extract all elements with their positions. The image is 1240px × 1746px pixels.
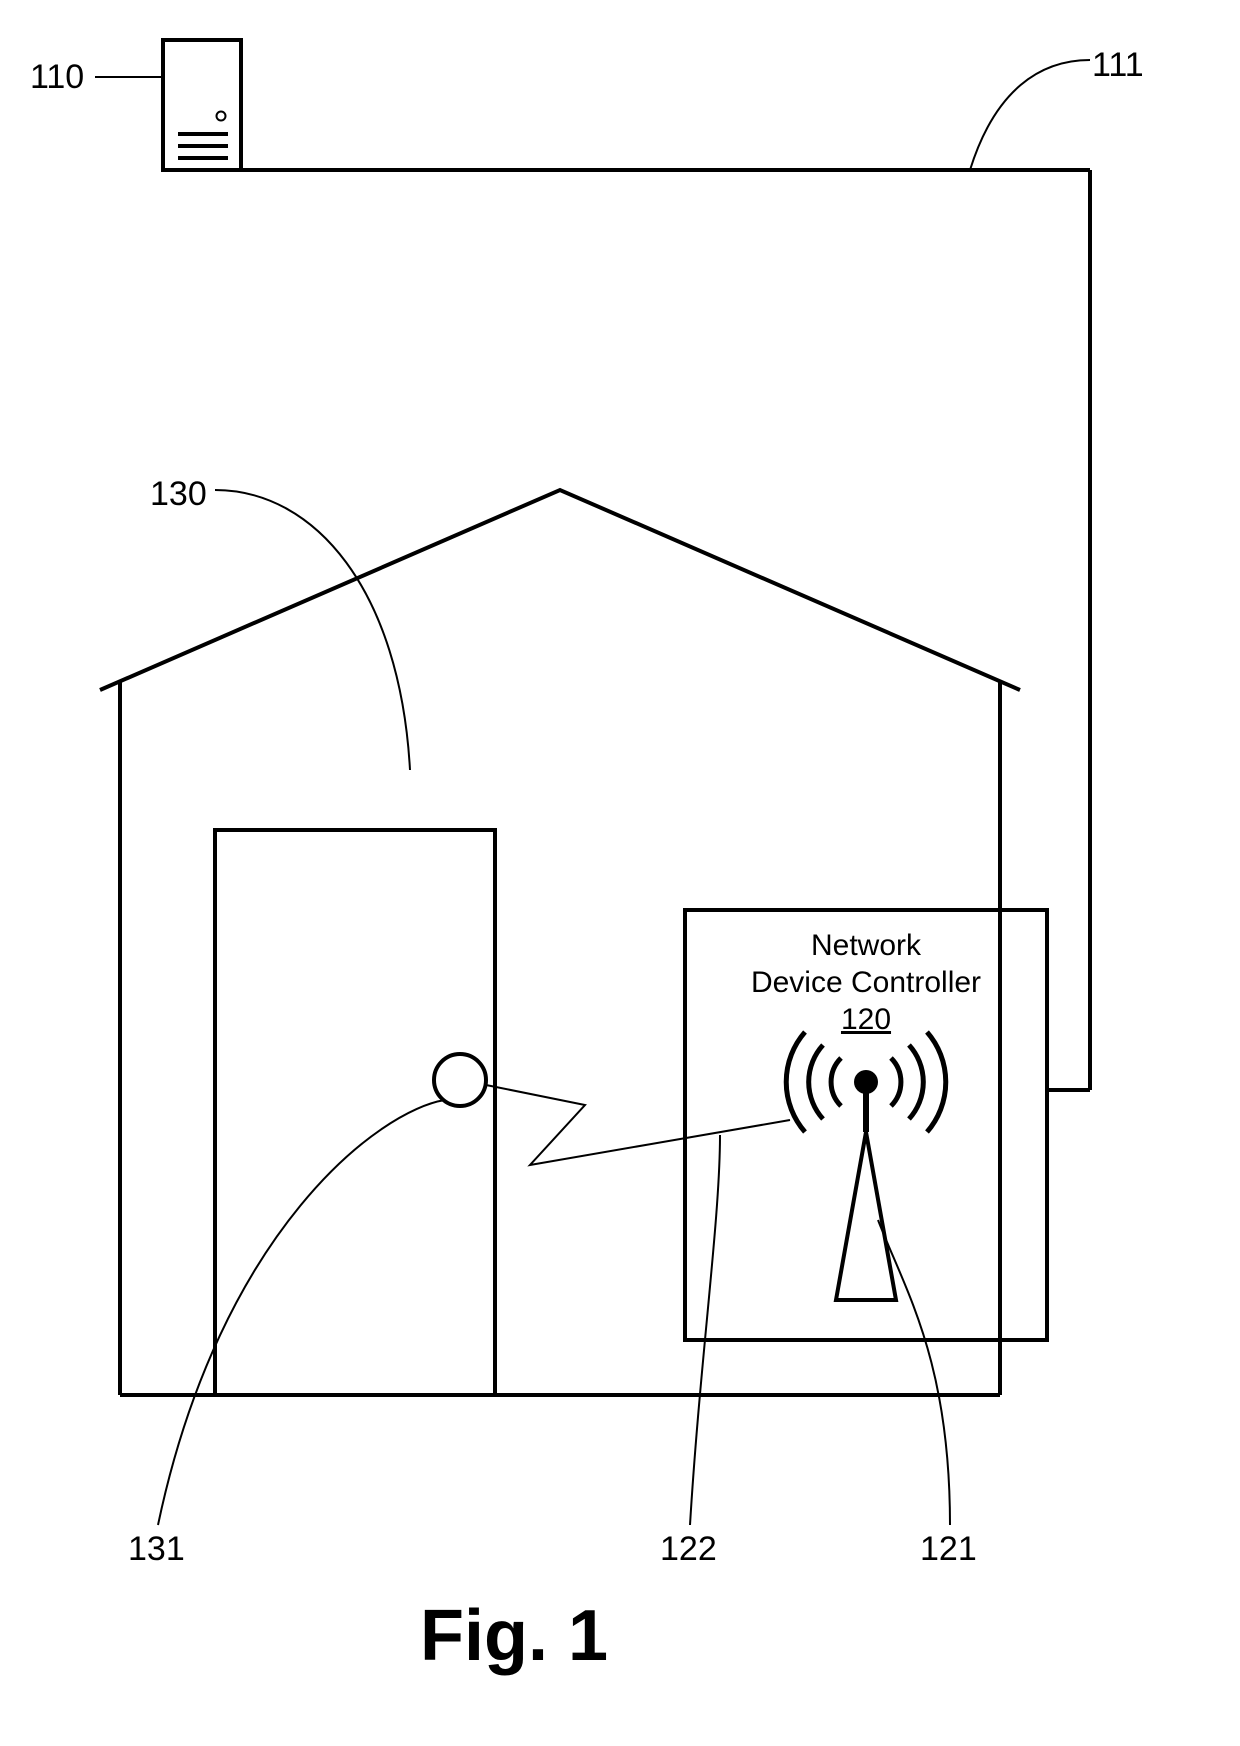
ref-label-111: 111 <box>1092 46 1144 84</box>
diagram-canvas: 110 111 130 Network Device Controller 12… <box>0 0 1240 1746</box>
ref-label-130: 130 <box>150 475 207 513</box>
leader-111 <box>970 60 1090 170</box>
server-icon <box>163 40 241 170</box>
ref-label-110: 110 <box>30 58 84 96</box>
connection-line-111 <box>202 170 1090 1090</box>
ref-label-121: 121 <box>920 1530 977 1568</box>
ref-label-131: 131 <box>128 1530 185 1568</box>
door-icon <box>215 830 495 1395</box>
leader-131 <box>158 1100 445 1525</box>
controller-number: 120 <box>841 1003 891 1036</box>
ref-label-122: 122 <box>660 1530 717 1568</box>
leader-130 <box>215 490 410 770</box>
leader-122 <box>690 1135 720 1525</box>
antenna-icon <box>786 1032 946 1300</box>
wireless-link <box>486 1085 790 1165</box>
door-knob-icon <box>434 1054 486 1106</box>
controller-line1: Network <box>811 929 922 962</box>
figure-caption: Fig. 1 <box>420 1596 608 1676</box>
controller-line2: Device Controller <box>751 966 981 999</box>
